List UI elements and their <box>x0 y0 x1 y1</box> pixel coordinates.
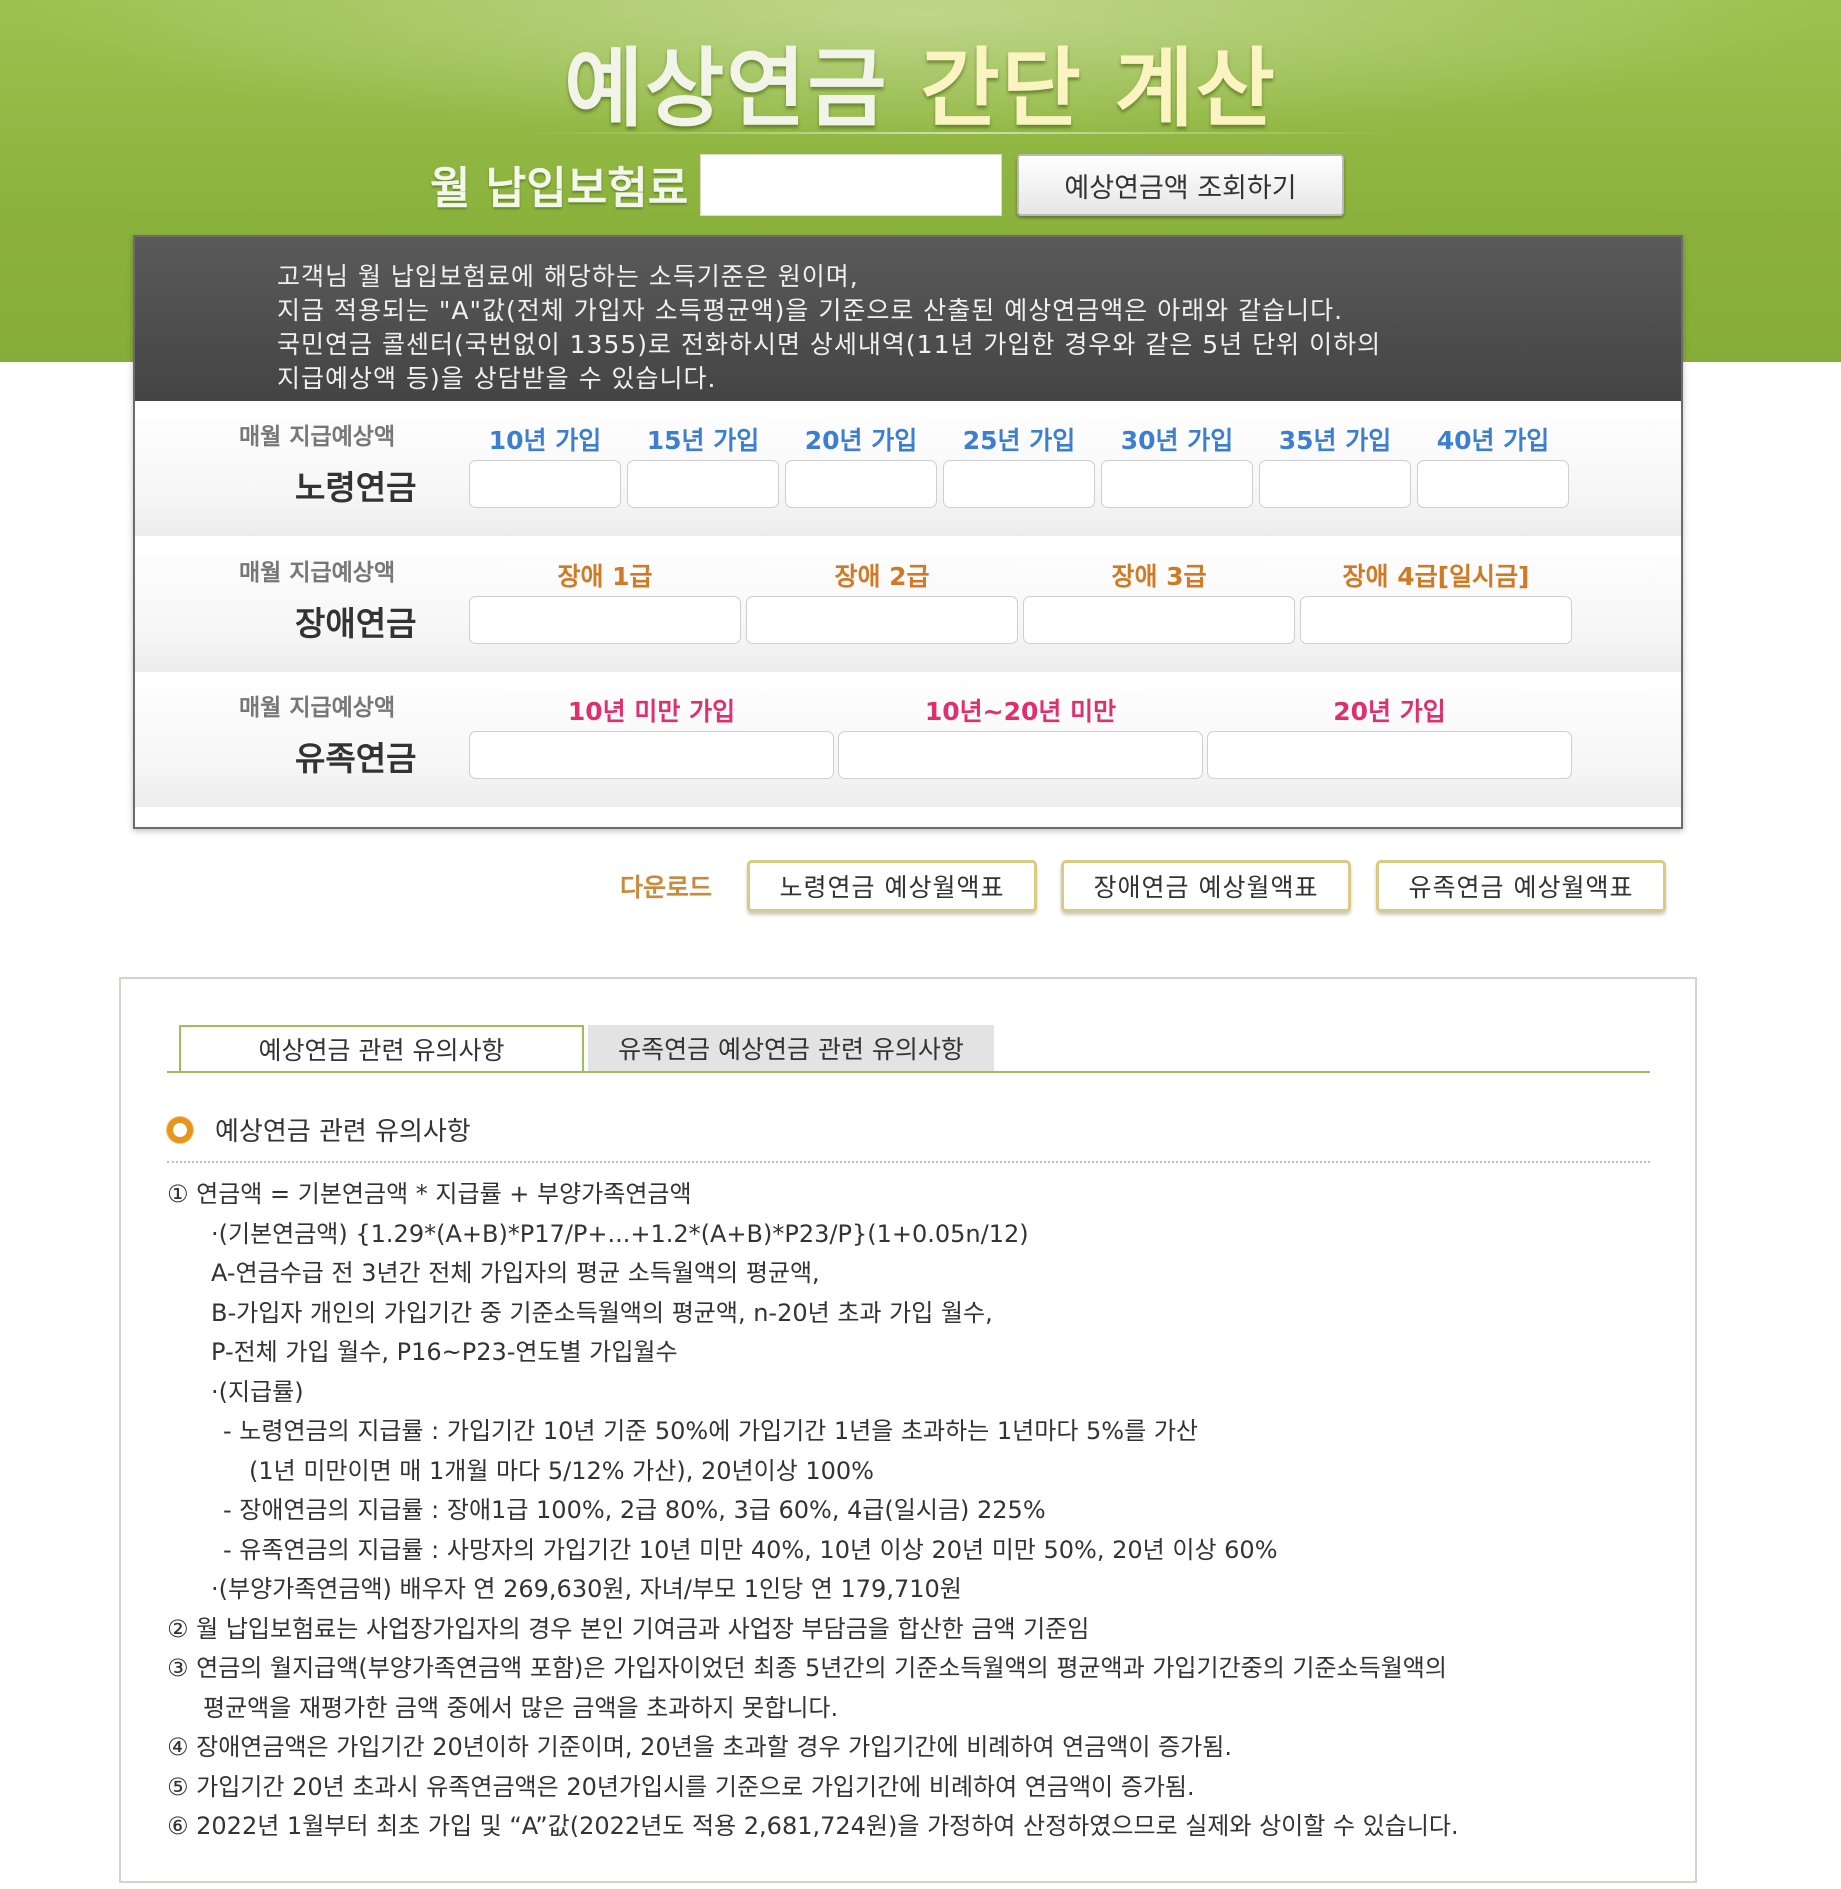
old-age-sub: 매월 지급예상액 <box>239 424 396 450</box>
disability-result-box <box>1023 596 1295 644</box>
disability-col-label: 장애 3급 <box>1111 562 1207 591</box>
download-disability-table-button[interactable]: 장애연금 예상월액표 <box>1061 860 1351 912</box>
old-age-result-box <box>943 460 1095 508</box>
download-old-age-table-button[interactable]: 노령연금 예상월액표 <box>747 860 1037 912</box>
old-age-result-box <box>627 460 779 508</box>
disability-result-box <box>1300 596 1572 644</box>
page-title: 예상연금 간단 계산 <box>0 18 1841 143</box>
tab-survivor-notes[interactable]: 유족연금 예상연금 관련 유의사항 <box>588 1025 994 1071</box>
disability-col-label: 장애 4급[일시금] <box>1342 562 1530 591</box>
old-age-result-box <box>469 460 621 508</box>
notice-list: ① 연금액 = 기본연금액 * 지급률 + 부양가족연금액 ·(기본연금액) {… <box>167 1175 1667 1847</box>
notice-line: - 유족연금의 지급률 : 사망자의 가입기간 10년 미만 40%, 10년 … <box>223 1535 1278 1564</box>
tab-pension-notes[interactable]: 예상연금 관련 유의사항 <box>179 1025 584 1071</box>
notice-line: ④ 장애연금액은 가입기간 20년이하 기준이며, 20년을 초과할 경우 가입… <box>167 1733 1232 1761</box>
dotted-divider <box>167 1161 1650 1163</box>
notice-line: ·(지급률) <box>211 1377 304 1406</box>
old-age-section: 매월 지급예상액 노령연금 10년 가입 15년 가입 20년 가입 25년 가… <box>135 401 1681 536</box>
survivor-result-box <box>469 731 834 779</box>
premium-input[interactable] <box>700 154 1002 216</box>
old-age-col-label: 10년 가입 <box>488 426 602 455</box>
survivor-result-box <box>838 731 1203 779</box>
old-age-col-label: 15년 가입 <box>646 426 760 455</box>
disability-result-box <box>746 596 1018 644</box>
disability-sub: 매월 지급예상액 <box>239 560 396 586</box>
notice-line: ·(기본연금액) {1.29*(A+B)*P17/P+...+1.2*(A+B)… <box>211 1219 1029 1248</box>
disability-title: 장애연금 <box>295 604 417 643</box>
old-age-title: 노령연금 <box>295 468 417 507</box>
result-panel: 고객님 월 납입보험료에 해당하는 소득기준은 원이며, 지금 적용되는 "A"… <box>133 235 1683 829</box>
old-age-col-label: 30년 가입 <box>1120 426 1234 455</box>
download-survivor-table-button[interactable]: 유족연금 예상월액표 <box>1376 860 1666 912</box>
notice-line: ⑤ 가입기간 20년 초과시 유족연금액은 20년가입시를 기준으로 가입기간에… <box>167 1772 1195 1801</box>
survivor-col-label: 10년~20년 미만 <box>924 697 1117 726</box>
notice-heading: 예상연금 관련 유의사항 <box>167 1111 471 1148</box>
notice-line: - 노령연금의 지급률 : 가입기간 10년 기준 50%에 가입기간 1년을 … <box>223 1417 1198 1445</box>
notice-line: ③ 연금의 월지급액(부양가족연금액 포함)은 가입자이었던 최종 5년간의 기… <box>167 1654 1447 1682</box>
premium-label: 월 납입보험료 <box>430 163 689 214</box>
notice-box: 예상연금 관련 유의사항 유족연금 예상연금 관련 유의사항 예상연금 관련 유… <box>119 977 1697 1883</box>
notice-line: B-가입자 개인의 가입기간 중 기준소득월액의 평균액, n-20년 초과 가… <box>211 1298 993 1327</box>
disability-col-label: 장애 1급 <box>557 562 653 591</box>
tab-underline <box>167 1071 1650 1073</box>
old-age-col-label: 20년 가입 <box>804 426 918 455</box>
notice-line: (1년 미만이면 매 1개월 마다 5/12% 가산), 20년이상 100% <box>249 1456 874 1485</box>
survivor-result-box <box>1207 731 1572 779</box>
ring-bullet-icon <box>167 1116 193 1143</box>
notice-line: A-연금수급 전 3년간 전체 가입자의 평균 소득월액의 평균액, <box>211 1259 820 1287</box>
intro-line-1: 고객님 월 납입보험료에 해당하는 소득기준은 원이며, <box>277 262 859 291</box>
survivor-title: 유족연금 <box>295 739 417 778</box>
lookup-button[interactable]: 예상연금액 조회하기 <box>1017 154 1344 216</box>
old-age-result-box <box>785 460 937 508</box>
intro-line-3: 국민연금 콜센터(국번없이 1355)로 전화하시면 상세내역(11년 가입한 … <box>277 330 1382 359</box>
notice-line: ·(부양가족연금액) 배우자 연 269,630원, 자녀/부모 1인당 연 1… <box>211 1575 962 1603</box>
survivor-sub: 매월 지급예상액 <box>239 695 396 721</box>
survivor-col-label: 20년 가입 <box>1333 697 1446 726</box>
intro-box: 고객님 월 납입보험료에 해당하는 소득기준은 원이며, 지금 적용되는 "A"… <box>135 237 1681 401</box>
page-title-part2: 간단 계산 <box>920 39 1277 139</box>
title-divider <box>520 132 1400 134</box>
intro-line-4: 지급예상액 등)을 상담받을 수 있습니다. <box>277 364 717 393</box>
notice-line: P-전체 가입 월수, P16~P23-연도별 가입월수 <box>211 1338 678 1366</box>
notice-line: ⑥ 2022년 1월부터 최초 가입 및 “A”값(2022년도 적용 2,68… <box>167 1812 1459 1840</box>
notice-line: 평균액을 재평가한 금액 중에서 많은 금액을 초과하지 못합니다. <box>203 1693 839 1722</box>
disability-section: 매월 지급예상액 장애연금 장애 1급 장애 2급 장애 3급 장애 4급[일시… <box>135 537 1681 672</box>
old-age-col-label: 25년 가입 <box>962 426 1076 455</box>
intro-line-2: 지금 적용되는 "A"값(전체 가입자 소득평균액)을 기준으로 산출된 예상연… <box>277 296 1344 325</box>
old-age-col-label: 35년 가입 <box>1278 426 1392 455</box>
disability-result-box <box>469 596 741 644</box>
old-age-result-box <box>1259 460 1411 508</box>
old-age-result-box <box>1417 460 1569 508</box>
page-title-part1: 예상연금 <box>564 39 889 139</box>
notice-line: ② 월 납입보험료는 사업장가입자의 경우 본인 기여금과 사업장 부담금을 합… <box>167 1614 1090 1643</box>
old-age-result-box <box>1101 460 1253 508</box>
survivor-section: 매월 지급예상액 유족연금 10년 미만 가입 10년~20년 미만 20년 가… <box>135 672 1681 807</box>
notice-line: ① 연금액 = 기본연금액 * 지급률 + 부양가족연금액 <box>167 1180 692 1208</box>
download-label: 다운로드 <box>620 873 713 902</box>
notice-heading-text: 예상연금 관련 유의사항 <box>215 1117 471 1147</box>
survivor-col-label: 10년 미만 가입 <box>567 697 736 726</box>
old-age-col-label: 40년 가입 <box>1436 426 1550 455</box>
notice-line: - 장애연금의 지급률 : 장애1급 100%, 2급 80%, 3급 60%,… <box>223 1496 1046 1524</box>
disability-col-label: 장애 2급 <box>834 562 930 591</box>
